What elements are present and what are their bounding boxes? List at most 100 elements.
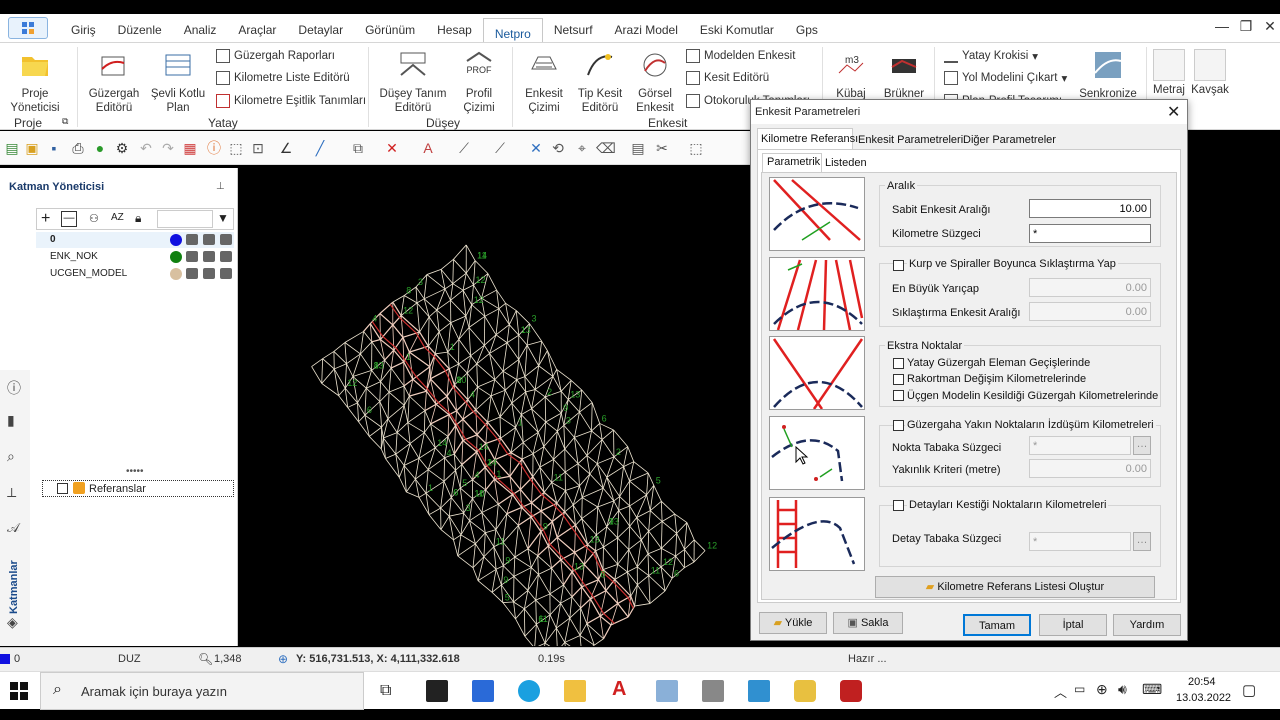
menu-6[interactable]: Hesap xyxy=(426,14,483,42)
kesit-editoru-button[interactable]: Kesit Editörü xyxy=(686,71,769,85)
menu-1[interactable]: Düzenle xyxy=(107,14,173,42)
layer-color-icon[interactable] xyxy=(170,251,182,263)
slash-icon[interactable]: ⟋ xyxy=(456,140,472,156)
modelden-enkesit-button[interactable]: Modelden Enkesit xyxy=(686,49,795,63)
metraj-button[interactable]: Metraj xyxy=(1150,49,1188,97)
ekstra-checkbox-1[interactable] xyxy=(893,358,904,369)
yukle-button[interactable]: ▰ Yükle xyxy=(759,612,827,634)
menu-7[interactable]: Netpro xyxy=(482,18,543,44)
splitter-handle[interactable]: ••••• xyxy=(126,466,144,477)
polyline-icon[interactable]: ⟋ xyxy=(492,140,508,156)
layer-row[interactable]: UCGEN_MODEL xyxy=(36,266,234,282)
remove-layer-icon[interactable]: — xyxy=(61,211,77,227)
siklastirma-input[interactable] xyxy=(1029,302,1151,321)
taskbar-search[interactable]: ⌕ Aramak için buraya yazın xyxy=(40,672,364,710)
drawing-canvas[interactable]: 2961123984413111514614361961381011361112… xyxy=(240,168,752,646)
restore-button[interactable]: ❐ xyxy=(1236,18,1256,36)
ekstra-checkbox-3[interactable] xyxy=(893,390,904,401)
text-icon[interactable]: 𝒜 xyxy=(7,520,19,536)
save-icon[interactable]: ▪ xyxy=(46,140,62,156)
print-icon[interactable] xyxy=(220,251,232,262)
menu-4[interactable]: Detaylar xyxy=(287,14,354,42)
kavsak-button[interactable]: Kavşak xyxy=(1190,49,1230,97)
menu-9[interactable]: Arazi Model xyxy=(604,14,689,42)
pin-icon[interactable]: ● xyxy=(92,140,108,156)
store-icon[interactable] xyxy=(472,680,494,702)
app-icon[interactable] xyxy=(748,680,770,702)
detay-browse-button[interactable]: … xyxy=(1133,532,1151,551)
dialog-close-icon[interactable]: ✕ xyxy=(1167,102,1180,122)
kubaj-button[interactable]: m3 Kübaj xyxy=(828,49,874,101)
lock-icon[interactable] xyxy=(203,234,215,245)
gorsel-enkesit-button[interactable]: Görsel Enkesit xyxy=(630,49,680,115)
rotate-icon[interactable]: ⟲ xyxy=(550,140,566,156)
erase-icon[interactable]: ⌫ xyxy=(596,140,616,156)
referanslar-item[interactable]: Referanslar xyxy=(42,480,234,497)
proje-yoneticisi-button[interactable]: Proje Yöneticisi xyxy=(6,49,64,115)
visibility-icon[interactable] xyxy=(186,251,198,262)
menu-3[interactable]: Araçlar xyxy=(227,14,287,42)
print-icon[interactable] xyxy=(220,234,232,245)
document-icon[interactable]: ▮ xyxy=(7,412,15,429)
km-suzgec-input[interactable] xyxy=(1029,224,1151,243)
kilometre-liste-button[interactable]: Kilometre Liste Editörü xyxy=(216,71,350,85)
delete-icon[interactable]: ✕ xyxy=(384,140,400,156)
lock-icon[interactable] xyxy=(203,251,215,262)
dusey-tanim-button[interactable]: Düşey Tanım Editörü xyxy=(378,49,448,115)
info-icon[interactable]: ⓘ xyxy=(206,140,222,156)
olustur-button[interactable]: ▰ Kilometre Referans Listesi Oluştur xyxy=(875,576,1155,598)
layer-row[interactable]: 0 xyxy=(36,232,234,248)
menu-0[interactable]: Giriş xyxy=(60,14,107,42)
sabit-enkesit-input[interactable] xyxy=(1029,199,1151,218)
lock-icon[interactable]: 🔒︎ xyxy=(135,211,141,226)
volume-icon[interactable]: 🔊︎ xyxy=(1118,681,1127,698)
detay-tabaka-input[interactable] xyxy=(1029,532,1131,551)
filter-layers-icon[interactable]: ⚇ xyxy=(89,212,99,225)
current-layer[interactable]: 0 xyxy=(14,653,20,665)
minimize-button[interactable]: — xyxy=(1212,18,1232,36)
angle-icon[interactable]: ∠ xyxy=(278,140,294,156)
layer-row[interactable]: ENK_NOK xyxy=(36,249,234,265)
grid-icon[interactable]: ⬚ xyxy=(688,140,704,156)
print-icon[interactable]: ⎙ xyxy=(70,140,86,156)
clock-time[interactable]: 20:54 xyxy=(1188,676,1216,688)
redo-icon[interactable]: ↷ xyxy=(160,140,176,156)
select-icon[interactable]: ⬚ xyxy=(228,140,244,156)
guzergah-raporlari-button[interactable]: Güzergah Raporları xyxy=(216,49,335,63)
keyboard-icon[interactable]: ⌨ xyxy=(1142,681,1162,698)
nokta-browse-button[interactable]: … xyxy=(1133,436,1151,455)
detay-checkbox[interactable] xyxy=(893,500,904,511)
laptop-app-icon[interactable] xyxy=(656,680,678,702)
layer-color-icon[interactable] xyxy=(170,268,182,280)
copy-icon[interactable]: ⧉ xyxy=(350,140,366,156)
nokta-tabaka-input[interactable] xyxy=(1029,436,1131,455)
edge-icon[interactable] xyxy=(518,680,540,702)
snap-icon[interactable]: ⟂ xyxy=(7,484,16,501)
kurp-checkbox[interactable] xyxy=(893,260,904,271)
enkesit-cizimi-button[interactable]: Enkesit Çizimi xyxy=(518,49,570,115)
guzergah-editoru-button[interactable]: Güzergah Editörü xyxy=(86,49,142,115)
tip-kesit-button[interactable]: Tip Kesit Editörü xyxy=(574,49,626,115)
layer-filter-input[interactable] xyxy=(157,210,213,228)
yatay-kroki-button[interactable]: Yatay Krokisi ▾ xyxy=(944,49,1038,63)
iptal-button[interactable]: İptal xyxy=(1039,614,1107,636)
table-icon[interactable]: ▤ xyxy=(630,140,646,156)
print-icon[interactable] xyxy=(220,268,232,279)
battery-icon[interactable]: ▭ xyxy=(1074,682,1085,696)
new-icon[interactable]: ▤ xyxy=(4,140,20,156)
cross-icon[interactable]: ✕ xyxy=(528,140,544,156)
windows-start-icon[interactable] xyxy=(10,682,28,700)
autocad-icon[interactable]: A xyxy=(612,678,626,701)
chevron-up-icon[interactable]: ︿ xyxy=(1054,682,1067,701)
calculator-icon[interactable] xyxy=(702,680,724,702)
pin-icon[interactable]: ⊥ xyxy=(216,181,225,192)
network-icon[interactable]: ⊕ xyxy=(1096,681,1108,698)
subtab-listeden[interactable]: Listeden xyxy=(825,157,867,169)
info-circle-icon[interactable]: ⓘ xyxy=(7,378,21,398)
profil-cizimi-button[interactable]: PROF Profil Çizimi xyxy=(454,49,504,115)
settings-icon[interactable]: ⚙ xyxy=(114,140,130,156)
tamam-button[interactable]: Tamam xyxy=(963,614,1031,636)
close-window-button[interactable]: ✕ xyxy=(1260,18,1280,36)
file-explorer-icon[interactable] xyxy=(564,680,586,702)
yakinlik-input[interactable] xyxy=(1029,459,1151,478)
